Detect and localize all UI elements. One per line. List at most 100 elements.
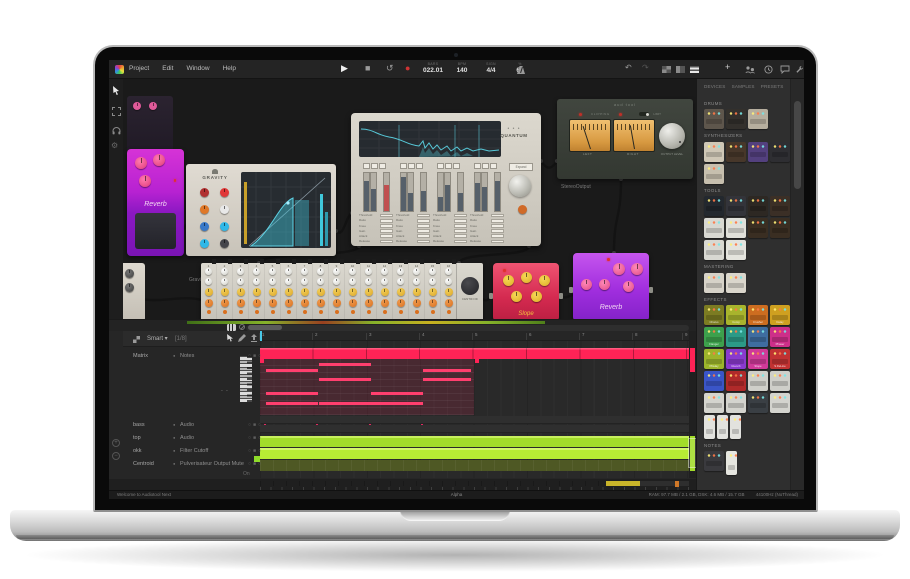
mixer-gain-knob[interactable] [205, 268, 212, 275]
reverb-pedal-right[interactable]: Reverb [573, 253, 649, 319]
mixer-pan-knob[interactable] [237, 278, 244, 285]
collapse-chevrons[interactable]: ˘˘ [221, 391, 231, 397]
settings-wrench-icon[interactable] [795, 65, 804, 74]
mixer-aux-knob[interactable] [333, 299, 341, 307]
mixer-send-knob[interactable] [285, 288, 293, 296]
mixer-mute-dot[interactable] [383, 310, 387, 314]
gravity-knob[interactable] [220, 205, 229, 214]
mixer-channel[interactable]: 1 [201, 263, 217, 319]
loop-button[interactable]: ↺ [386, 64, 394, 73]
mixer-aux-knob[interactable] [253, 299, 261, 307]
chat-icon[interactable] [780, 65, 790, 74]
edge-pedal[interactable] [123, 263, 145, 319]
mixer-mute-dot[interactable] [271, 310, 275, 314]
mixer-aux-knob[interactable] [237, 299, 245, 307]
reverb2-knob[interactable] [631, 263, 643, 275]
mixer-send-knob[interactable] [333, 288, 341, 296]
mixer-aux-knob[interactable] [205, 299, 213, 307]
track-grid-icon[interactable] [133, 336, 140, 343]
mixer-aux-knob[interactable] [445, 299, 453, 307]
gravity-knob[interactable] [220, 222, 229, 231]
track-name[interactable]: bass [133, 423, 145, 429]
transport-field[interactable]: SIGN 4/4 [481, 63, 501, 75]
mixer-mute-dot[interactable] [447, 310, 451, 314]
mixer-channel[interactable]: 5 [265, 263, 281, 319]
note[interactable] [371, 402, 423, 405]
track-row[interactable]: okk ● Filter Cutoff ○■○ [133, 447, 267, 458]
mixer-mute-dot[interactable] [239, 310, 243, 314]
mixer-channel[interactable]: 7 [297, 263, 313, 319]
slope-knob[interactable] [539, 275, 550, 286]
vu-meter-device[interactable]: aud tool CLIPPING LIMIT LEFT RIGHT O [557, 99, 693, 179]
mixer-pan-knob[interactable] [413, 278, 420, 285]
mixer-send-knob[interactable] [397, 288, 405, 296]
automation-clip-b[interactable] [260, 448, 689, 459]
quantum-strip[interactable]: ThresholdRatioKneeGainAttackRelease [433, 163, 467, 239]
mixer-gain-knob[interactable] [301, 268, 308, 275]
undo-icon[interactable]: ↶ [625, 64, 632, 72]
mixer-gain-knob[interactable] [333, 268, 340, 275]
mixer-channel[interactable]: 12 [377, 263, 393, 319]
mixer-aux-knob[interactable] [349, 299, 357, 307]
quantum-strip[interactable]: ThresholdRatioKneeGainAttackRelease [470, 163, 504, 239]
limit-toggle[interactable] [639, 112, 649, 116]
playhead[interactable] [260, 331, 262, 341]
snap-ratio[interactable]: [1/8] [175, 336, 187, 342]
record-button[interactable]: ● [405, 64, 410, 73]
timeline-ruler[interactable] [260, 331, 696, 341]
mixer-aux-knob[interactable] [221, 299, 229, 307]
track-name[interactable]: Centroid [133, 462, 154, 468]
mixer-gain-knob[interactable] [381, 268, 388, 275]
track-row[interactable]: bass ● Audio ○■○ [133, 421, 267, 432]
app-logo-icon[interactable] [115, 65, 124, 74]
automation-clip-a[interactable] [260, 436, 689, 447]
mixer-channel[interactable]: 4 [249, 263, 265, 319]
slope-knob[interactable] [503, 275, 514, 286]
mixer-mute-dot[interactable] [255, 310, 259, 314]
reverb2-knob[interactable] [613, 263, 625, 275]
zoom-out-button[interactable]: − [112, 452, 120, 460]
reverb2-knob[interactable] [623, 281, 634, 292]
mixer-mute-dot[interactable] [367, 310, 371, 314]
mixer-gain-knob[interactable] [365, 268, 372, 275]
mixer-send-knob[interactable] [445, 288, 453, 296]
menu-item[interactable]: Window [186, 66, 209, 73]
quantum-strip[interactable]: ThresholdRatioKneeGainAttackRelease [359, 163, 393, 239]
mixer-send-knob[interactable] [253, 288, 261, 296]
mixer-pan-knob[interactable] [269, 278, 276, 285]
mixer-channel[interactable]: 9 [329, 263, 345, 319]
quantum-device[interactable]: • • • QUANTUM ThresholdRatioKneeGainAtta… [351, 113, 541, 246]
note[interactable] [319, 378, 371, 381]
mixer-channel[interactable]: 16 [441, 263, 457, 319]
mixer-mute-dot[interactable] [223, 310, 227, 314]
note[interactable] [266, 402, 318, 405]
note[interactable] [371, 392, 423, 395]
transport-field-value[interactable]: 022.01 [423, 68, 443, 75]
reverb-footswitch[interactable] [135, 213, 176, 249]
slope-knob[interactable] [511, 291, 522, 302]
mixer-pan-knob[interactable] [301, 278, 308, 285]
mixer-mute-dot[interactable] [415, 310, 419, 314]
headphones-tool-icon[interactable] [112, 126, 121, 135]
transport-field[interactable]: BPM 140 [452, 63, 472, 75]
sidebar-scrollbar-handle[interactable] [794, 101, 801, 189]
export-tool-icon[interactable] [250, 334, 258, 342]
vertical-scrollbar[interactable] [689, 331, 696, 478]
snap-mode-dropdown[interactable]: Smart ▾ [147, 336, 168, 342]
mixer-channel[interactable]: 3 [233, 263, 249, 319]
clip-handle[interactable] [475, 359, 479, 363]
mixer-send-knob[interactable] [349, 288, 357, 296]
mixer-aux-knob[interactable] [301, 299, 309, 307]
mixer-pan-knob[interactable] [445, 278, 452, 285]
gravity-knob[interactable] [200, 205, 209, 214]
reverb-knob[interactable] [153, 154, 165, 166]
mixer-aux-knob[interactable] [397, 299, 405, 307]
mixer-aux-knob[interactable] [429, 299, 437, 307]
mixer-channel[interactable]: 13 [393, 263, 409, 319]
note[interactable] [266, 369, 318, 372]
gravity-knob[interactable] [220, 188, 229, 197]
gravity-knob[interactable] [200, 239, 209, 248]
output-level-knob[interactable] [659, 123, 685, 149]
mixer-channel[interactable]: 15 [425, 263, 441, 319]
track-row-icons[interactable]: ○■○ [248, 462, 263, 467]
